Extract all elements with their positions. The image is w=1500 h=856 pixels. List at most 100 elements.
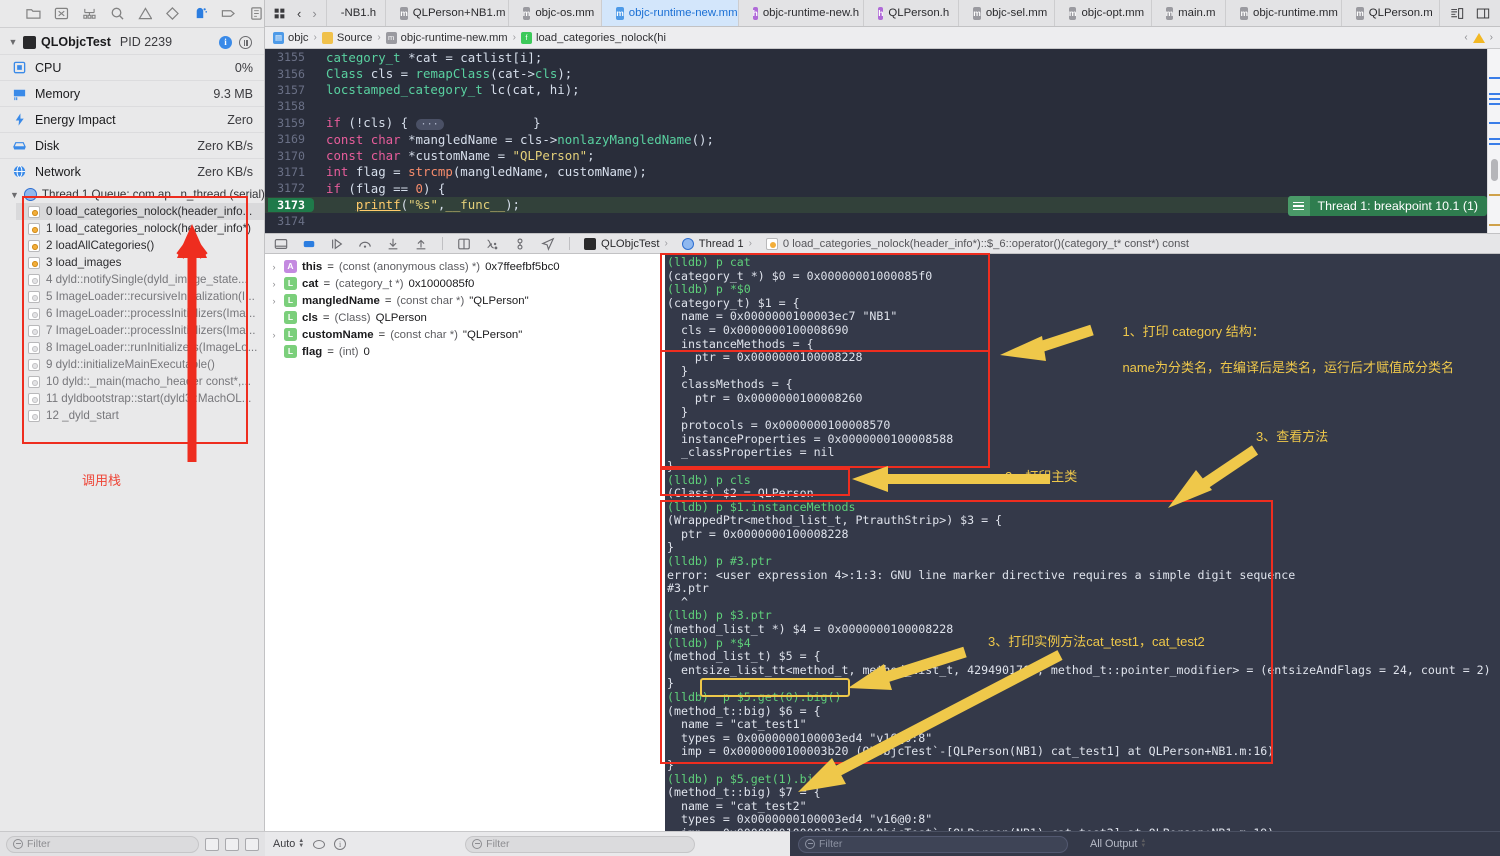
thread-header[interactable]: ▼ Thread 1 Queue: com.ap...n_thread (ser… [0, 184, 265, 203]
hierarchy-icon[interactable] [82, 6, 97, 21]
code-fold-button[interactable]: ··· [415, 119, 444, 131]
debug-crumb-frame[interactable]: 0 load_categories_nolock(header_info*)::… [765, 237, 1189, 250]
next-issue-chevron-icon[interactable]: › [1490, 32, 1493, 43]
memory-graph-icon[interactable] [513, 237, 527, 251]
variable-row[interactable]: › Athis = (const (anonymous class) *) 0x7ffe… [265, 258, 665, 275]
gauge-value: Zero [227, 112, 253, 127]
breadcrumb-item-file[interactable]: m objc-runtime-new.mm [385, 31, 508, 44]
gauge-memory[interactable]: Memory 9.3 MB [0, 80, 264, 106]
hide-debug-area-icon[interactable] [274, 237, 288, 251]
stack-frame[interactable]: 7 ImageLoader::processInitializers(Ima..… [16, 322, 264, 339]
tab-qlperson-m[interactable]: m QLPerson.m [1341, 0, 1439, 26]
hamburger-icon[interactable] [1287, 196, 1310, 216]
stop-icon[interactable] [302, 237, 316, 251]
gauge-disk[interactable]: Disk Zero KB/s [0, 132, 264, 158]
issue-navigation[interactable]: ‹ › [1464, 32, 1500, 43]
minimap-icon[interactable] [1450, 7, 1464, 20]
eye-icon[interactable] [313, 839, 326, 849]
gauge-energy[interactable]: Energy Impact Zero [0, 106, 264, 132]
gauge-cpu[interactable]: CPU 0% [0, 54, 264, 80]
step-into-icon[interactable] [386, 237, 400, 251]
show-only-running-button[interactable] [225, 837, 239, 851]
stack-frame[interactable]: 10 dyld::_main(macho_header const*,... [16, 373, 264, 390]
breadcrumb-item-function[interactable]: f load_categories_nolock(hi [520, 31, 666, 44]
variable-row[interactable]: Lflag = (int) 0 [265, 343, 665, 360]
disclosure-triangle[interactable]: › [269, 262, 279, 272]
gauge-network[interactable]: Network Zero KB/s [0, 158, 264, 184]
output-selector[interactable]: All Output ▲ ▼ [1090, 838, 1146, 850]
breakpoint-tag-icon[interactable] [221, 6, 236, 21]
show-only-stack-frames-button[interactable] [205, 837, 219, 851]
variables-view[interactable]: › Athis = (const (anonymous class) *) 0x7ffe… [265, 254, 665, 831]
editor-options [1439, 0, 1500, 26]
tab-qlperson-h[interactable]: h QLPerson.h [863, 0, 958, 26]
stack-frame[interactable]: 1 load_categories_nolock(header_info*) [16, 220, 264, 237]
location-icon[interactable] [541, 237, 555, 251]
stack-frame[interactable]: 11 dyldbootstrap::start(dyld3::MachOL... [16, 390, 264, 407]
report-icon[interactable] [249, 6, 264, 21]
editor-scrollbar[interactable] [1487, 49, 1500, 233]
tab-objc-runtime-new-h[interactable]: h objc-runtime-new.h [737, 0, 864, 26]
variable-row[interactable]: › LmangledName = (const char *) "QLPerson" [265, 292, 665, 309]
disclosure-triangle[interactable]: ▼ [8, 37, 18, 47]
variables-filter-input[interactable]: Filter [465, 835, 696, 853]
folder-icon[interactable] [26, 6, 41, 21]
stack-frame[interactable]: 2 loadAllCategories() [16, 237, 264, 254]
warning-icon[interactable] [137, 6, 153, 21]
debug-crumb-thread[interactable]: Thread 1 › [681, 237, 752, 250]
breakpoint-banner[interactable]: Thread 1: breakpoint 10.1 (1) [1287, 196, 1487, 216]
search-icon[interactable] [110, 6, 125, 21]
back-chevron-icon[interactable]: ‹ [297, 6, 301, 21]
tab-objc-runtime-new-mm[interactable]: m objc-runtime-new.mm [601, 0, 738, 26]
step-over-icon[interactable] [358, 237, 372, 251]
tab-objc-runtime-mm[interactable]: m objc-runtime.mm [1225, 0, 1341, 26]
variable-row[interactable]: Lcls = (Class) QLPerson [265, 309, 665, 326]
show-global-queues-button[interactable] [245, 837, 259, 851]
tab-grid-icon[interactable] [273, 7, 286, 20]
tab-objc-sel-mm[interactable]: m objc-sel.mm [958, 0, 1054, 26]
info-icon[interactable]: i [334, 838, 347, 850]
prev-issue-chevron-icon[interactable]: ‹ [1464, 32, 1467, 43]
debug-view-hierarchy-icon[interactable] [457, 237, 471, 251]
stack-frame[interactable]: 9 dyld::initializeMainExecutable() [16, 356, 264, 373]
stack-frame[interactable]: 4 dyld::notifySingle(dyld_image_state... [16, 271, 264, 288]
stack-frame[interactable]: 0 load_categories_nolock(header_info... [16, 203, 264, 220]
debug-icon[interactable] [193, 6, 208, 21]
disclosure-triangle[interactable]: › [269, 279, 279, 289]
navigator-filter-input[interactable]: Filter [6, 835, 199, 853]
test-diamond-icon[interactable] [165, 6, 180, 21]
breadcrumb-item-project[interactable]: ▤ objc [273, 31, 309, 44]
add-editor-icon[interactable] [1476, 7, 1490, 20]
debug-crumb-process[interactable]: QLObjcTest › [584, 237, 668, 250]
debug-hierarchy-icon[interactable] [485, 237, 499, 251]
forward-chevron-icon[interactable]: › [312, 6, 316, 21]
stack-frame[interactable]: 8 ImageLoader::runInitializers(ImageLo..… [16, 339, 264, 356]
stack-frame[interactable]: 5 ImageLoader::recursiveInitialization(I… [16, 288, 264, 305]
breadcrumb-separator: › [377, 32, 381, 43]
tab-nb1-h[interactable]: -NB1.h [325, 0, 386, 26]
stack-frame[interactable]: 12 _dyld_start [16, 407, 264, 424]
tab-qlperson-nb1-m[interactable]: m QLPerson+NB1.m [385, 0, 508, 26]
console-output-line: (method_t::big) $7 = { [667, 785, 821, 800]
process-row[interactable]: ▼ QLObjcTest PID 2239 i [0, 32, 264, 54]
step-out-icon[interactable] [414, 237, 428, 251]
scope-selector[interactable]: Auto ▲ ▼ [273, 838, 304, 850]
info-icon[interactable]: i [219, 35, 232, 49]
code-line: 3156 Class cls = remapClass(cat->cls); [277, 66, 573, 82]
stack-frame[interactable]: 6 ImageLoader::processInitializers(Ima..… [16, 305, 264, 322]
stack-frame[interactable]: 3 load_images [16, 254, 264, 271]
disclosure-triangle[interactable]: ▼ [10, 190, 19, 200]
source-control-icon[interactable] [54, 6, 69, 21]
disclosure-triangle[interactable]: › [269, 296, 279, 306]
tab-main-m[interactable]: m main.m [1150, 0, 1226, 26]
breadcrumb-item-source[interactable]: Source [321, 31, 372, 44]
tab-objc-os-mm[interactable]: m objc-os.mm [507, 0, 601, 26]
variable-row[interactable]: › LcustomName = (const char *) "QLPerson" [265, 326, 665, 343]
console-filter-input[interactable]: Filter [798, 835, 1068, 853]
scrollbar-thumb[interactable] [1491, 159, 1498, 181]
pause-icon[interactable] [239, 35, 252, 49]
disclosure-triangle[interactable]: › [269, 330, 279, 340]
tab-objc-opt-mm[interactable]: m objc-opt.mm [1053, 0, 1151, 26]
variable-row[interactable]: › Lcat = (category_t *) 0x1000085f0 [265, 275, 665, 292]
continue-icon[interactable] [330, 237, 344, 251]
